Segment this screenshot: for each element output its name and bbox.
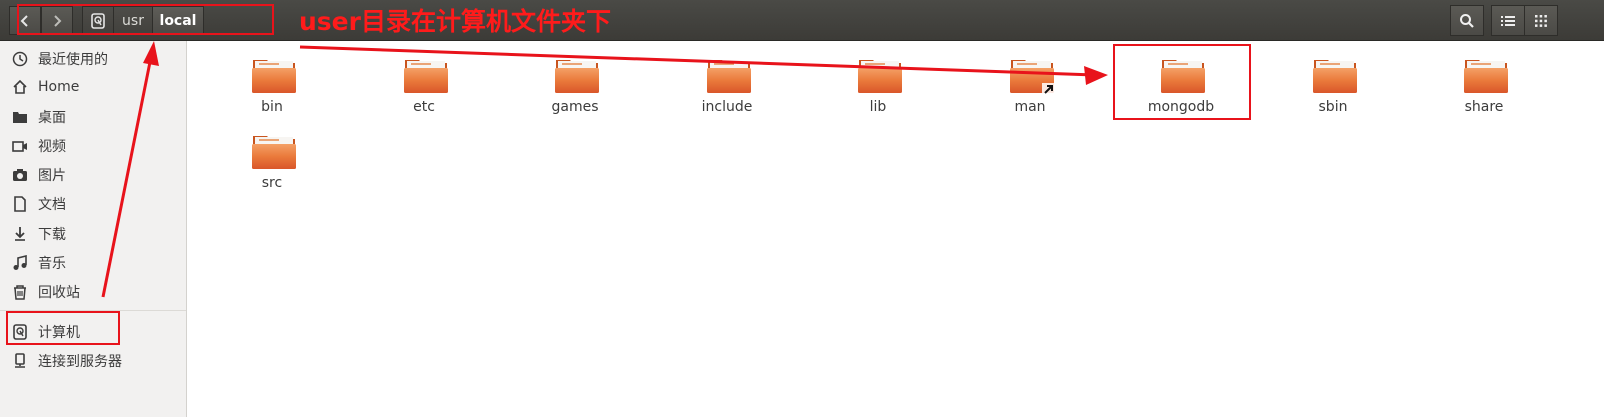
sidebar-item-label: 图片 <box>38 168 66 184</box>
sidebar-item-label: 音乐 <box>38 256 66 272</box>
grid-view-button[interactable] <box>1524 5 1558 36</box>
video-icon <box>11 137 29 155</box>
folder-name: lib <box>869 99 887 115</box>
sidebar-item-documents[interactable]: 文档 <box>0 190 186 218</box>
annotation-label: user目录在计算机文件夹下 <box>299 7 611 36</box>
folder-item-lib[interactable]: lib <box>808 47 948 117</box>
document-icon <box>11 195 29 213</box>
folder-icon <box>706 59 752 94</box>
folder-name: bin <box>261 99 283 115</box>
search-icon <box>1460 13 1474 28</box>
search-button[interactable] <box>1450 5 1484 36</box>
folder-item-src[interactable]: src <box>202 123 342 193</box>
sidebar: 最近使用的 Home 桌面 视频 图片 文档 下载 音乐 回收站 计算机 连接到… <box>0 41 187 417</box>
camera-icon <box>11 166 29 184</box>
folder-name: man <box>1014 99 1046 115</box>
file-view: bin etc games include lib man mongodb sb… <box>188 41 1604 417</box>
folder-item-include[interactable]: include <box>657 47 797 117</box>
folder-icon <box>251 59 297 94</box>
sidebar-item-label: 视频 <box>38 139 66 155</box>
sidebar-item-label: 桌面 <box>38 110 66 126</box>
folder-icon <box>1312 59 1358 94</box>
sidebar-item-desktop[interactable]: 桌面 <box>0 103 186 131</box>
folder-icon <box>1463 59 1509 94</box>
list-view-icon <box>1501 15 1515 26</box>
folder-item-games[interactable]: games <box>505 47 645 117</box>
folder-name: games <box>551 99 599 115</box>
sidebar-item-recent[interactable]: 最近使用的 <box>0 45 186 73</box>
sidebar-item-music[interactable]: 音乐 <box>0 249 186 277</box>
music-icon <box>11 254 29 272</box>
folder-name: share <box>1464 99 1504 115</box>
sidebar-item-label: 最近使用的 <box>38 52 108 68</box>
folder-name: src <box>261 175 283 191</box>
sidebar-item-label: Home <box>38 79 80 95</box>
symlink-arrow-icon <box>1042 83 1056 95</box>
folder-icon <box>554 59 600 94</box>
annotation-box-mongodb <box>1113 44 1251 120</box>
folder-item-etc[interactable]: etc <box>354 47 494 117</box>
folder-item-bin[interactable]: bin <box>202 47 342 117</box>
annotation-box-breadcrumb <box>17 4 274 35</box>
sidebar-item-label: 回收站 <box>38 285 80 301</box>
sidebar-item-pictures[interactable]: 图片 <box>0 161 186 189</box>
sidebar-item-videos[interactable]: 视频 <box>0 132 186 160</box>
sidebar-item-downloads[interactable]: 下载 <box>0 220 186 248</box>
folder-icon <box>251 135 297 170</box>
grid-view-icon <box>1535 14 1547 27</box>
server-icon <box>11 352 29 370</box>
sidebar-item-trash[interactable]: 回收站 <box>0 278 186 306</box>
folder-name: include <box>701 99 753 115</box>
annotation-box-computer <box>6 311 120 345</box>
folder-item-sbin[interactable]: sbin <box>1263 47 1403 117</box>
folder-name: sbin <box>1318 99 1348 115</box>
folder-name: etc <box>413 99 435 115</box>
sidebar-item-label: 文档 <box>38 197 66 213</box>
folder-icon <box>11 108 29 126</box>
folder-item-man[interactable]: man <box>960 47 1100 117</box>
list-view-button[interactable] <box>1491 5 1525 36</box>
sidebar-item-home[interactable]: Home <box>0 73 186 101</box>
trash-icon <box>11 283 29 301</box>
folder-icon <box>857 59 903 94</box>
download-icon <box>11 225 29 243</box>
sidebar-item-label: 连接到服务器 <box>38 354 122 370</box>
clock-icon <box>11 50 29 68</box>
folder-item-share[interactable]: share <box>1414 47 1554 117</box>
sidebar-item-connect-server[interactable]: 连接到服务器 <box>0 347 186 375</box>
folder-icon <box>403 59 449 94</box>
home-icon <box>11 78 29 96</box>
sidebar-item-label: 下载 <box>38 227 66 243</box>
